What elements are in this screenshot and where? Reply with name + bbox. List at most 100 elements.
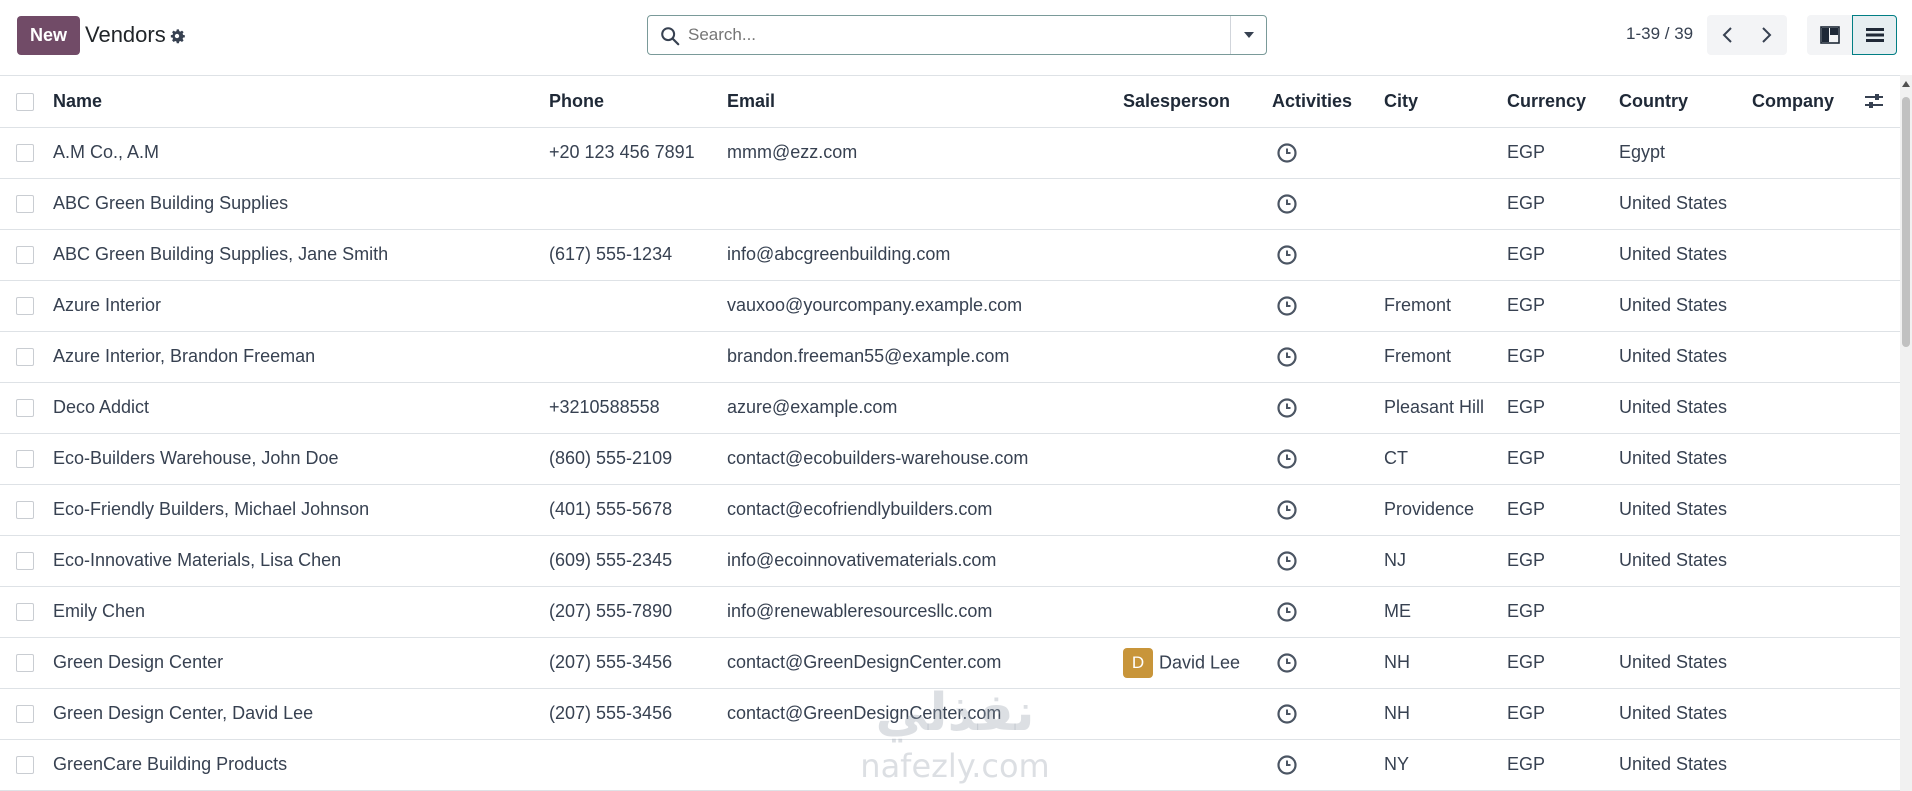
activity-clock-icon[interactable]: [1276, 346, 1298, 368]
row-checkbox[interactable]: [16, 501, 34, 520]
kanban-icon: [1819, 26, 1840, 44]
cell-phone: (207) 555-3456: [549, 637, 727, 689]
cell-currency: EGP: [1507, 127, 1619, 179]
cell-salesperson: [1123, 586, 1272, 638]
row-checkbox[interactable]: [16, 654, 34, 673]
cell-phone: [549, 331, 727, 383]
table-row[interactable]: Azure Interior, Brandon Freeman brandon.f…: [0, 331, 1900, 383]
search-input[interactable]: [688, 22, 1208, 48]
cell-activities: [1272, 433, 1384, 485]
activity-clock-icon[interactable]: [1276, 703, 1298, 725]
vendor-list: Name Phone Email Salesperson Activities …: [0, 75, 1900, 791]
cell-name: Emily Chen: [53, 586, 549, 638]
cell-salesperson: [1123, 739, 1272, 791]
cell-country: United States: [1619, 739, 1752, 791]
column-header-currency[interactable]: Currency: [1507, 76, 1619, 128]
cell-salesperson: [1123, 484, 1272, 536]
cell-company: [1752, 433, 1863, 485]
activity-clock-icon[interactable]: [1276, 244, 1298, 266]
control-panel: New Vendors 1-39 / 39: [0, 0, 1912, 75]
cell-phone: [549, 280, 727, 332]
search-icon: [661, 27, 680, 46]
row-checkbox[interactable]: [16, 195, 34, 214]
list-view-button[interactable]: [1852, 15, 1897, 55]
column-header-activities[interactable]: Activities: [1272, 76, 1384, 128]
table-row[interactable]: A.M Co., A.M +20 123 456 7891 mmm@ezz.com E…: [0, 127, 1900, 179]
column-header-company[interactable]: Company: [1752, 76, 1863, 128]
pager-previous-button[interactable]: [1707, 15, 1747, 55]
cell-currency: EGP: [1507, 433, 1619, 485]
row-checkbox[interactable]: [16, 705, 34, 724]
row-checkbox[interactable]: [16, 603, 34, 622]
table-row[interactable]: Green Design Center, David Lee (207) 555-…: [0, 688, 1900, 740]
cell-activities: [1272, 484, 1384, 536]
cell-name: Azure Interior: [53, 280, 549, 332]
row-checkbox[interactable]: [16, 348, 34, 367]
pager-next-button[interactable]: [1747, 15, 1787, 55]
cell-currency: EGP: [1507, 229, 1619, 281]
caret-down-icon: [1243, 32, 1254, 38]
chevron-left-icon: [1722, 27, 1732, 43]
column-header-city[interactable]: City: [1384, 76, 1507, 128]
activity-clock-icon[interactable]: [1276, 652, 1298, 674]
cell-company: [1752, 382, 1863, 434]
optional-columns-icon[interactable]: [1863, 90, 1885, 112]
row-checkbox[interactable]: [16, 399, 34, 418]
cell-company: [1752, 484, 1863, 536]
activity-clock-icon[interactable]: [1276, 448, 1298, 470]
cell-email: info@renewableresourcesllc.com: [727, 586, 1123, 638]
activity-clock-icon[interactable]: [1276, 397, 1298, 419]
scroll-up-arrow-icon[interactable]: [1902, 81, 1910, 87]
table-row[interactable]: Deco Addict +3210588558 azure@example.com P…: [0, 382, 1900, 434]
table-row[interactable]: ABC Green Building Supplies, Jane Smith(…: [0, 229, 1900, 281]
cell-company: [1752, 586, 1863, 638]
cell-city: NH: [1384, 688, 1507, 740]
cell-name: Green Design Center, David Lee: [53, 688, 549, 740]
table-header-row: Name Phone Email Salesperson Activities …: [0, 76, 1900, 128]
column-header-phone[interactable]: Phone: [549, 76, 727, 128]
new-button[interactable]: New: [17, 16, 80, 55]
activity-clock-icon[interactable]: [1276, 142, 1298, 164]
pager-value[interactable]: 1-39 / 39: [1626, 24, 1693, 44]
cell-email: contact@GreenDesignCenter.com: [727, 688, 1123, 740]
table-row[interactable]: Emily Chen (207) 555-7890 info@renewablere…: [0, 586, 1900, 638]
cell-spacer: [1863, 229, 1900, 281]
table-row[interactable]: ABC Green Building Supplies EGP United Sta…: [0, 178, 1900, 230]
table-row[interactable]: Eco-Builders Warehouse, John Doe (860) 55…: [0, 433, 1900, 485]
activity-clock-icon[interactable]: [1276, 193, 1298, 215]
activity-clock-icon[interactable]: [1276, 550, 1298, 572]
cell-phone: (207) 555-3456: [549, 688, 727, 740]
kanban-view-button[interactable]: [1807, 15, 1852, 55]
activity-clock-icon[interactable]: [1276, 601, 1298, 623]
row-checkbox[interactable]: [16, 297, 34, 316]
table-row[interactable]: Azure Interior vauxoo@yourcompany.example…: [0, 280, 1900, 332]
row-checkbox[interactable]: [16, 756, 34, 775]
table-row[interactable]: Eco-Friendly Builders, Michael Johnson (4…: [0, 484, 1900, 536]
table-row[interactable]: Green Design Center (207) 555-3456 contact…: [0, 637, 1900, 689]
scrollbar[interactable]: [1900, 75, 1912, 791]
column-header-salesperson[interactable]: Salesperson: [1123, 76, 1272, 128]
table-row[interactable]: GreenCare Building Products NY EGP United S…: [0, 739, 1900, 791]
cell-country: [1619, 586, 1752, 638]
row-checkbox[interactable]: [16, 246, 34, 265]
cell-email: contact@ecofriendlybuilders.com: [727, 484, 1123, 536]
cell-phone: [549, 178, 727, 230]
search-options-toggle[interactable]: [1230, 16, 1266, 54]
activity-clock-icon[interactable]: [1276, 295, 1298, 317]
row-select-cell: [0, 433, 53, 485]
column-header-country[interactable]: Country: [1619, 76, 1752, 128]
column-header-email[interactable]: Email: [727, 76, 1123, 128]
cell-email: vauxoo@yourcompany.example.com: [727, 280, 1123, 332]
activity-clock-icon[interactable]: [1276, 499, 1298, 521]
activity-clock-icon[interactable]: [1276, 754, 1298, 776]
column-header-name[interactable]: Name: [53, 76, 549, 128]
scrollbar-thumb[interactable]: [1902, 97, 1910, 347]
cell-city: ME: [1384, 586, 1507, 638]
row-checkbox[interactable]: [16, 450, 34, 469]
row-checkbox[interactable]: [16, 552, 34, 571]
row-checkbox[interactable]: [16, 144, 34, 163]
table-row[interactable]: Eco-Innovative Materials, Lisa Chen (609)…: [0, 535, 1900, 587]
gear-icon[interactable]: [167, 26, 187, 46]
cell-salesperson: [1123, 127, 1272, 179]
select-all-checkbox[interactable]: [16, 93, 34, 111]
